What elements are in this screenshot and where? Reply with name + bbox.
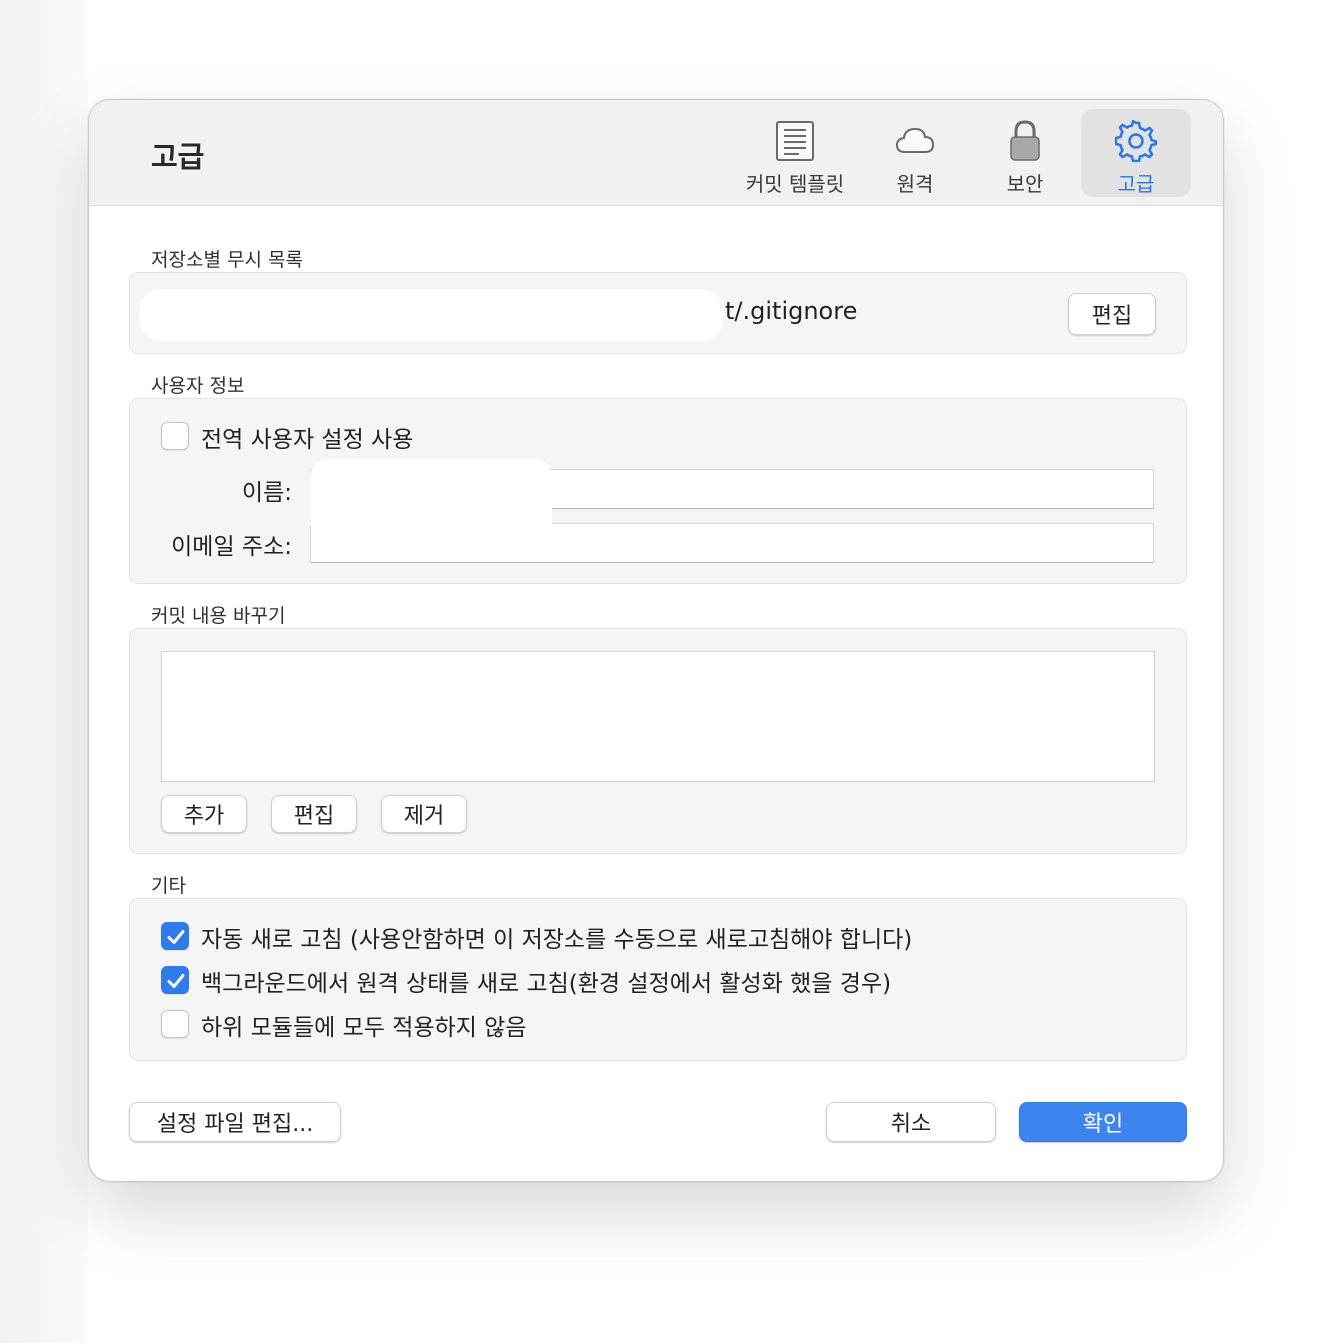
misc-group: 자동 새로 고침 (사용안함하면 이 저장소를 수동으로 새로고침해야 합니다)… [129,898,1187,1061]
edit-config-file-button[interactable]: 설정 파일 편집... [129,1102,341,1142]
lock-icon [1008,119,1042,162]
edit-rule-button[interactable]: 편집 [271,795,357,833]
ignore-file-path: t/.gitignore [725,297,858,325]
email-field[interactable] [310,523,1154,563]
use-global-checkbox[interactable] [161,422,189,450]
user-info-title: 사용자 정보 [151,375,245,397]
tab-label: 고급 [1117,172,1155,196]
cancel-button[interactable]: 취소 [826,1102,996,1142]
background-refresh-label: 백그라운드에서 원격 상태를 새로 고침(환경 설정에서 활성화 했을 경우) [201,971,892,997]
tab-security[interactable]: 보안 [975,109,1075,197]
background-panel [0,0,88,1343]
tab-label: 원격 [896,172,934,196]
tab-remote[interactable]: 원격 [865,109,965,197]
commit-replace-group: 추가 편집 제거 [129,628,1187,854]
remove-rule-button[interactable]: 제거 [381,795,467,833]
email-label: 이메일 주소: [171,534,292,560]
toolbar: 고급 커밋 템플릿 원격 보안 고급 [89,100,1223,206]
redacted-path [139,289,723,341]
tab-label: 커밋 템플릿 [745,172,845,196]
tab-commit-template[interactable]: 커밋 템플릿 [729,109,861,197]
document-lines-icon [775,119,815,162]
settings-dialog: 고급 커밋 템플릿 원격 보안 고급 저장소별 무시 목록 t/.gitigno… [88,99,1224,1182]
name-label: 이름: [241,480,292,506]
tab-advanced[interactable]: 고급 [1081,109,1191,197]
background-refresh-checkbox[interactable] [161,966,189,994]
ignore-list-title: 저장소별 무시 목록 [151,249,303,271]
ignore-list-group: t/.gitignore 편집 [129,272,1187,354]
ignore-submodules-label: 하위 모듈들에 모두 적용하지 않음 [201,1015,527,1041]
edit-ignore-button[interactable]: 편집 [1068,293,1156,335]
redacted-value [310,459,552,525]
auto-refresh-label: 자동 새로 고침 (사용안함하면 이 저장소를 수동으로 새로고침해야 합니다) [201,927,913,953]
use-global-label: 전역 사용자 설정 사용 [201,427,414,453]
user-info-group: 전역 사용자 설정 사용 이름: 이메일 주소: [129,398,1187,584]
misc-title: 기타 [151,875,186,897]
gear-icon [1115,119,1157,162]
commit-replace-title: 커밋 내용 바꾸기 [151,605,286,627]
window-title: 고급 [151,140,205,174]
replace-rules-list[interactable] [161,651,1155,782]
auto-refresh-checkbox[interactable] [161,922,189,950]
ok-button[interactable]: 확인 [1019,1102,1187,1142]
tab-label: 보안 [1006,172,1044,196]
add-rule-button[interactable]: 추가 [161,795,247,833]
cloud-icon [895,119,935,162]
ignore-submodules-checkbox[interactable] [161,1010,189,1038]
